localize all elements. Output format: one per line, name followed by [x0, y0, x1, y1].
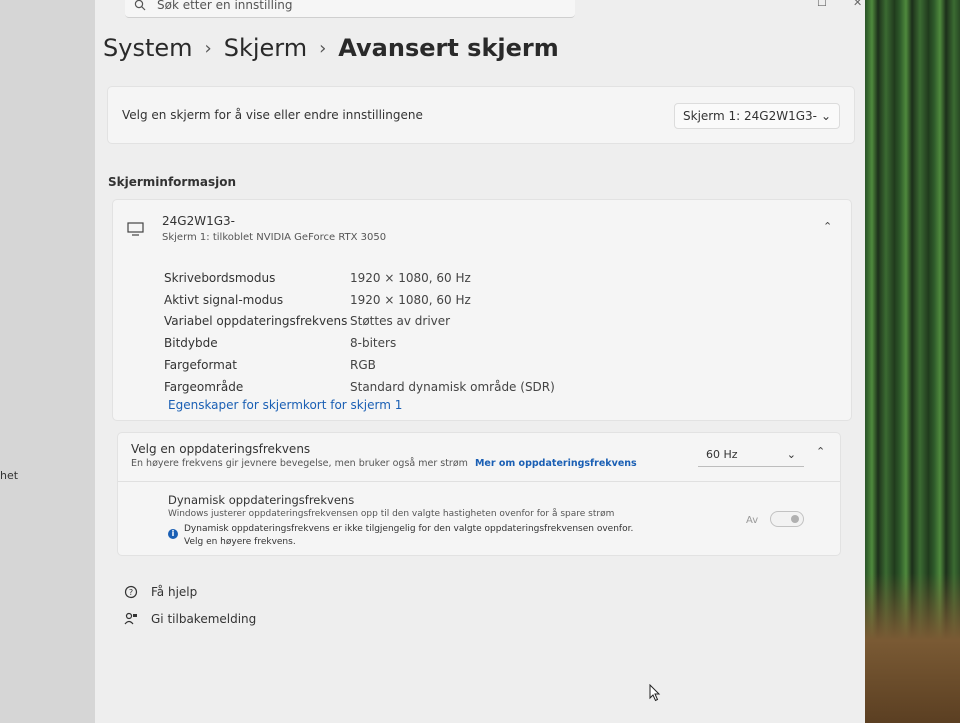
monitor-subtitle: Skjerm 1: tilkoblet NVIDIA GeForce RTX 3… — [162, 232, 387, 243]
info-key: Aktivt signal-modus — [164, 292, 284, 307]
info-value: 8-biters — [350, 336, 397, 351]
help-label: Få hjelp — [151, 585, 198, 599]
mouse-cursor-icon — [649, 684, 661, 702]
dynamic-refresh-title: Dynamisk oppdateringsfrekvens — [168, 493, 355, 507]
display-select-label: Velg en skjerm for å vise eller endre in… — [122, 108, 423, 122]
settings-window: Søk etter en innstilling ☐ ✕ System › Sk… — [95, 0, 865, 723]
divider — [118, 481, 840, 482]
breadcrumb: System › Skjerm › Avansert skjerm — [103, 34, 559, 62]
dynamic-refresh-warning: Dynamisk oppdateringsfrekvens er ikke ti… — [184, 524, 634, 547]
close-icon[interactable]: ✕ — [853, 0, 862, 9]
chevron-right-icon: › — [319, 37, 327, 59]
info-table: Skrivebordsmodus 1920 × 1080, 60 Hz Aktiv… — [164, 267, 555, 398]
desktop-wallpaper — [860, 0, 960, 723]
search-icon — [134, 0, 146, 10]
info-value: 1920 × 1080, 60 Hz — [350, 270, 471, 285]
adapter-properties-link[interactable]: Egenskaper for skjermkort for skjerm 1 — [168, 398, 402, 412]
breadcrumb-skjerm[interactable]: Skjerm — [224, 34, 307, 62]
refresh-rate-dropdown[interactable]: 60 Hz ⌄ — [698, 443, 804, 467]
monitor-icon — [127, 222, 144, 236]
feedback-icon — [124, 612, 137, 625]
monitor-name: 24G2W1G3- — [162, 214, 235, 228]
refresh-subtitle: En høyere frekvens gir jevnere bevegelse… — [131, 458, 637, 469]
feedback-link[interactable]: Gi tilbakemelding — [123, 612, 256, 626]
collapse-chevron-icon[interactable]: ⌃ — [816, 445, 825, 458]
breadcrumb-system[interactable]: System — [103, 34, 193, 62]
info-row: Bitdybde 8-biters — [164, 332, 555, 354]
maximize-icon[interactable]: ☐ — [817, 0, 827, 9]
refresh-title: Velg en oppdateringsfrekvens — [131, 442, 311, 456]
display-dropdown-value: Skjerm 1: 24G2W1G3- — [683, 109, 817, 123]
info-row: Fargeområde Standard dynamisk område (SDR… — [164, 376, 555, 398]
info-row: Variabel oppdateringsfrekvens Støttes av … — [164, 311, 555, 333]
refresh-more-link[interactable]: Mer om oppdateringsfrekvens — [475, 458, 637, 469]
background-window-text: het — [0, 469, 19, 482]
chevron-right-icon: › — [204, 37, 212, 59]
toggle-state-label: Av — [746, 515, 759, 526]
refresh-rate-card: Velg en oppdateringsfrekvens En høyere f… — [117, 432, 841, 556]
dynamic-refresh-subtitle: Windows justerer oppdateringsfrekvensen … — [168, 509, 615, 519]
chevron-down-icon: ⌄ — [820, 109, 831, 123]
refresh-rate-value: 60 Hz — [706, 448, 738, 461]
info-row: Fargeformat RGB — [164, 354, 555, 376]
page-title: Avansert skjerm — [338, 34, 559, 62]
info-icon: i — [168, 529, 178, 539]
info-row: Skrivebordsmodus 1920 × 1080, 60 Hz — [164, 267, 555, 289]
info-key: Fargeområde — [164, 379, 244, 394]
refresh-subtitle-text: En høyere frekvens gir jevnere bevegelse… — [131, 458, 468, 469]
background-window: het — [0, 0, 100, 723]
search-placeholder: Søk etter en innstilling — [157, 0, 293, 12]
display-select-card: Velg en skjerm for å vise eller endre in… — [107, 86, 855, 144]
section-title: Skjerminformasjon — [108, 175, 236, 189]
display-info-card: 24G2W1G3- Skjerm 1: tilkoblet NVIDIA GeF… — [112, 199, 852, 421]
info-key: Bitdybde — [164, 336, 218, 351]
svg-text:?: ? — [129, 588, 133, 597]
chevron-down-icon: ⌄ — [786, 448, 796, 461]
info-value: Støttes av driver — [350, 314, 451, 329]
feedback-label: Gi tilbakemelding — [151, 612, 257, 626]
help-link[interactable]: ? Få hjelp — [123, 585, 197, 599]
info-value: Standard dynamisk område (SDR) — [350, 379, 555, 394]
info-key: Variabel oppdateringsfrekvens — [164, 314, 348, 329]
info-row: Aktivt signal-modus 1920 × 1080, 60 Hz — [164, 289, 555, 311]
dynamic-refresh-toggle[interactable] — [770, 511, 804, 527]
help-icon: ? — [124, 585, 138, 599]
info-key: Skrivebordsmodus — [164, 270, 276, 285]
display-dropdown[interactable]: Skjerm 1: 24G2W1G3- ⌄ — [674, 103, 840, 129]
search-input[interactable]: Søk etter en innstilling — [125, 0, 575, 18]
info-value: 1920 × 1080, 60 Hz — [350, 292, 471, 307]
collapse-chevron-icon[interactable]: ⌃ — [823, 220, 832, 233]
info-key: Fargeformat — [164, 358, 237, 373]
info-value: RGB — [350, 358, 376, 373]
